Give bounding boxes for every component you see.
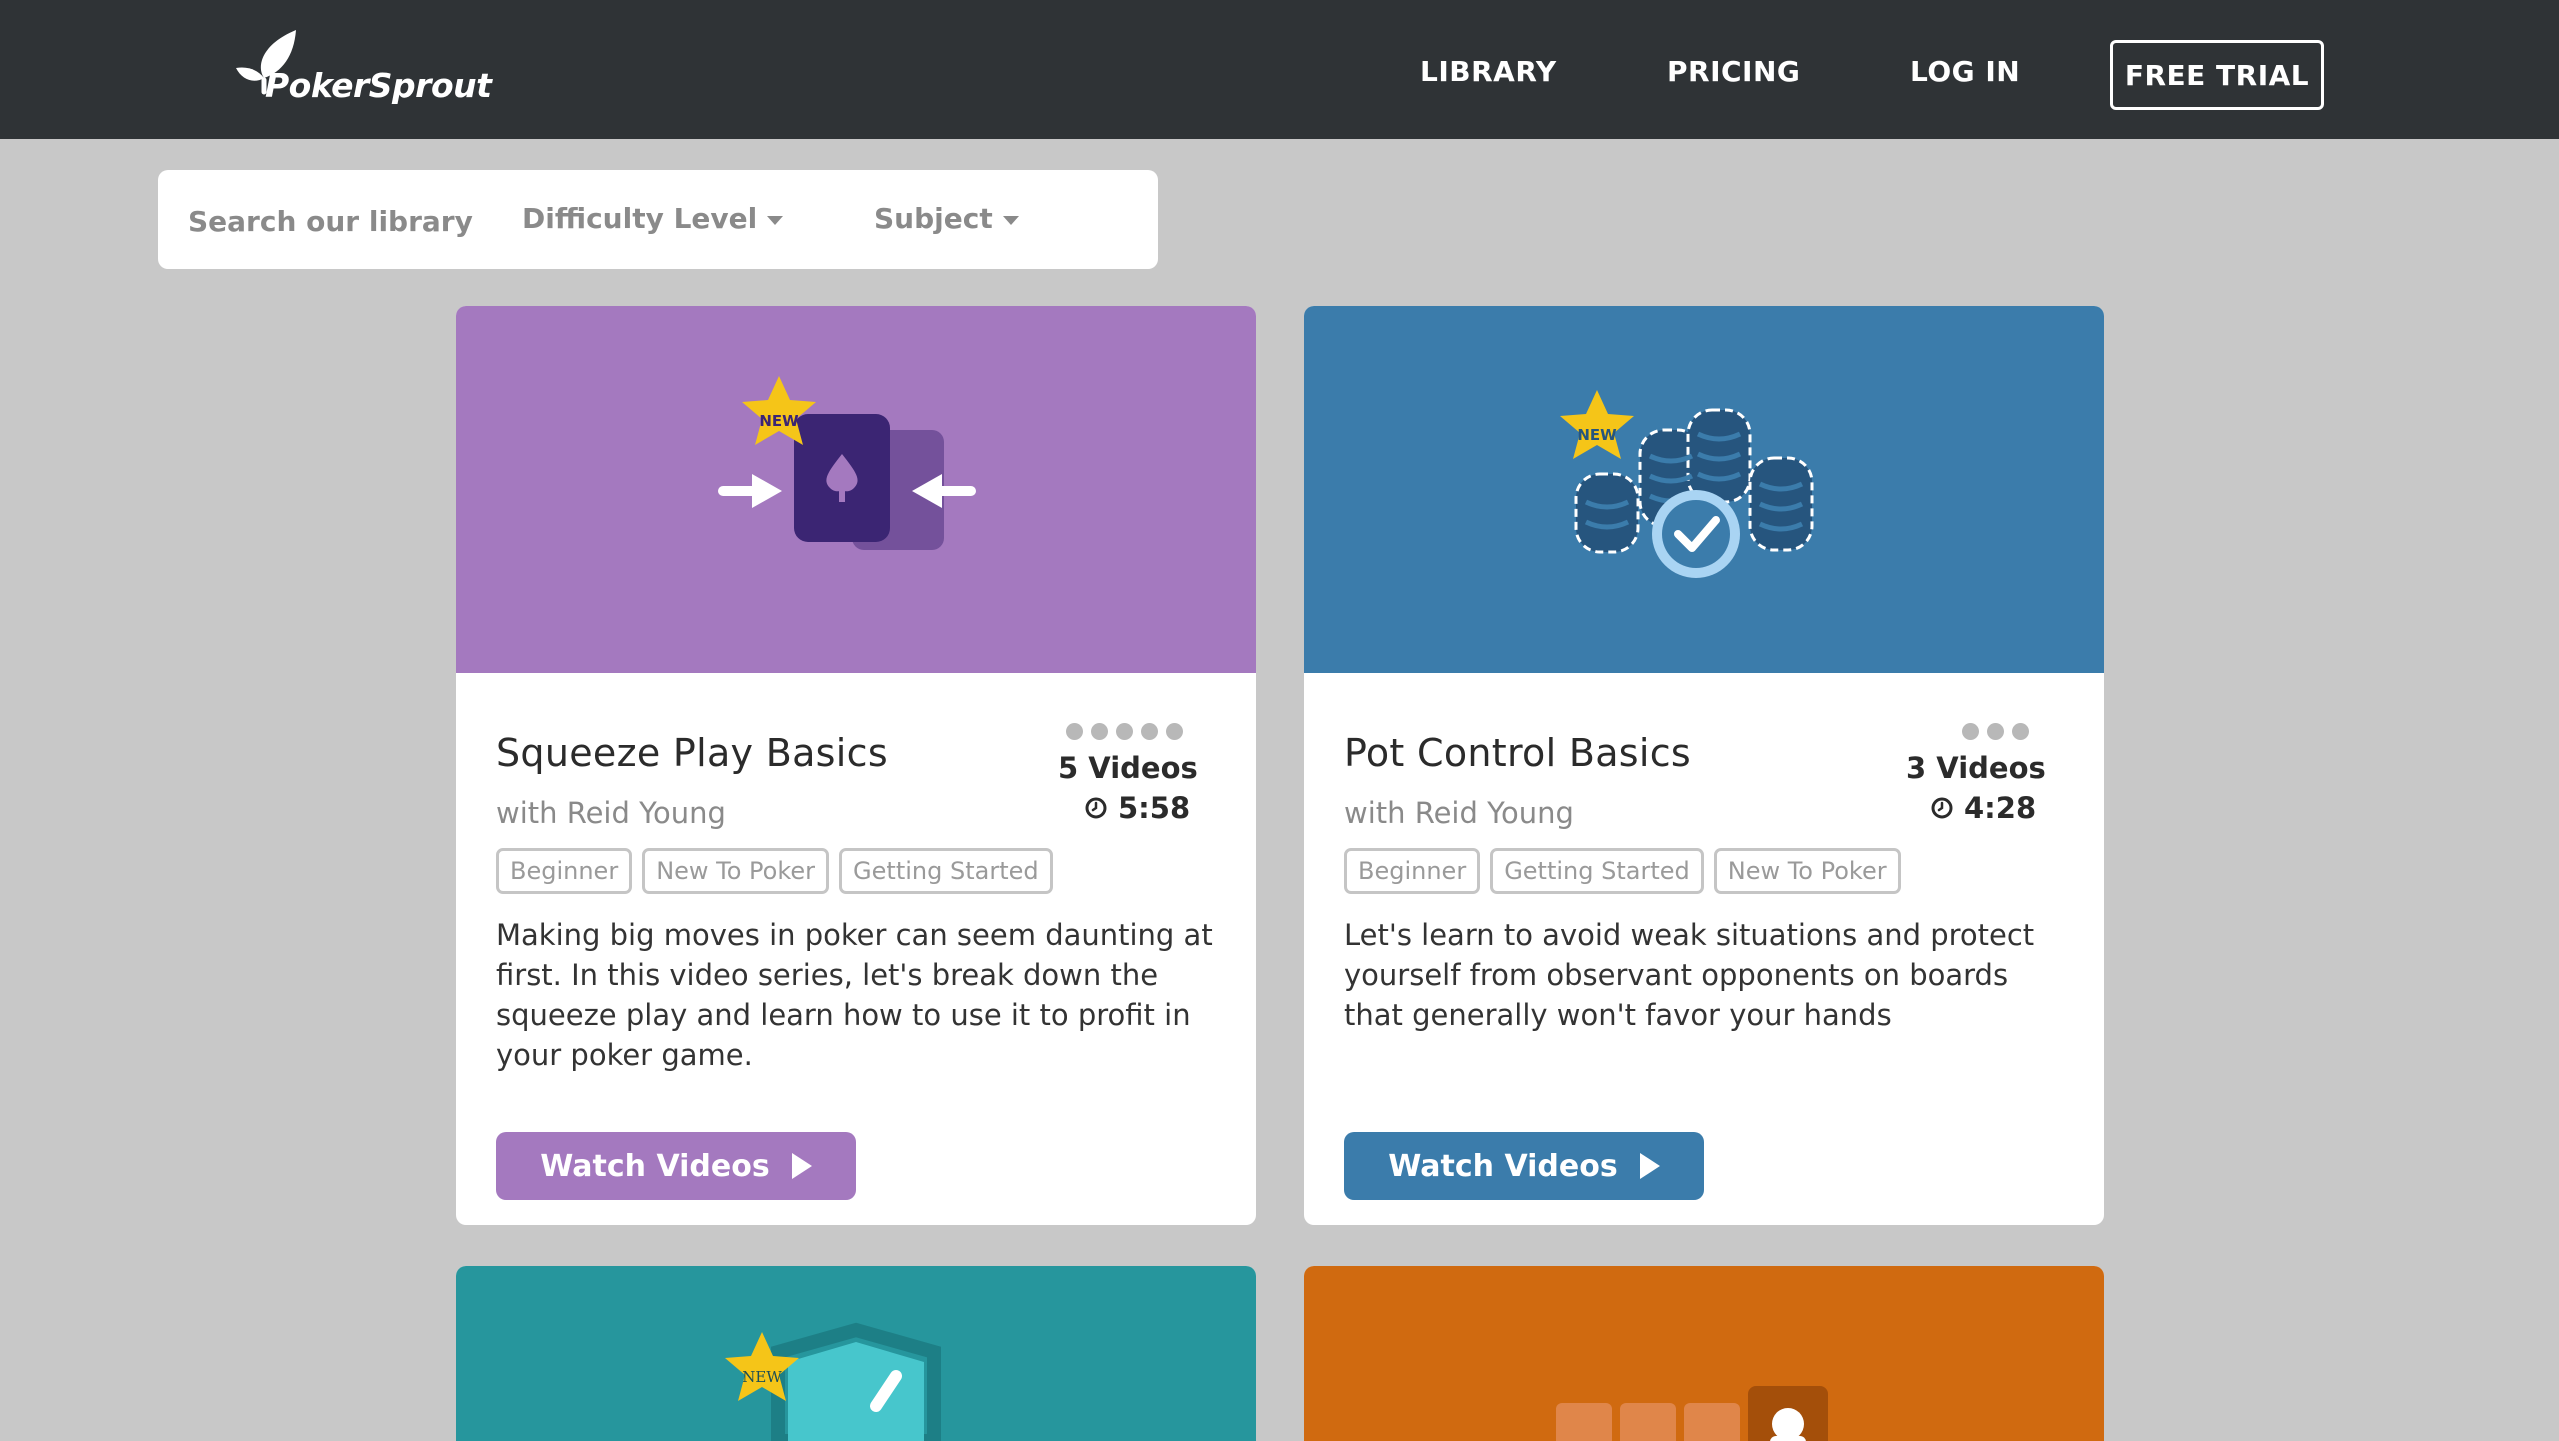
course-card: NEW: [456, 1266, 1256, 1441]
course-card-body: Squeeze Play Basics with Reid Young 5 Vi…: [456, 673, 1256, 1225]
nav-pricing-link[interactable]: PRICING: [1667, 55, 1800, 88]
course-title[interactable]: Squeeze Play Basics: [496, 731, 888, 775]
difficulty-level-label: Difficulty Level: [522, 202, 758, 235]
video-count: 3 Videos: [1906, 751, 2046, 785]
video-dot: [1116, 723, 1133, 740]
tag-getting-started[interactable]: Getting Started: [1490, 848, 1704, 894]
course-card-body: Pot Control Basics with Reid Young 3 Vid…: [1304, 673, 2104, 1225]
video-count: 5 Videos: [1058, 751, 1198, 785]
watch-videos-button[interactable]: Watch Videos: [1344, 1132, 1704, 1200]
nav-login-link[interactable]: LOG IN: [1910, 55, 2020, 88]
video-dot: [1091, 723, 1108, 740]
course-card: NEW Pot Control Basics with Reid Young 3…: [1304, 306, 2104, 1225]
new-badge: NEW: [742, 1368, 782, 1386]
tag-new-to-poker[interactable]: New To Poker: [1713, 848, 1901, 894]
video-dot: [1962, 723, 1979, 740]
course-card: [1304, 1266, 2104, 1441]
tag-beginner[interactable]: Beginner: [1344, 848, 1481, 894]
video-dot: [2012, 723, 2029, 740]
play-icon: [1639, 1153, 1660, 1179]
course-banner[interactable]: NEW: [1304, 306, 2104, 673]
video-dot: [1987, 723, 2004, 740]
shield-icon: NEW: [725, 1322, 941, 1441]
squeeze-card-icon: NEW: [718, 376, 976, 550]
duration-value: 5:58: [1118, 791, 1191, 825]
difficulty-level-dropdown[interactable]: Difficulty Level: [522, 202, 784, 235]
course-author: with Reid Young: [1344, 796, 1574, 830]
course-description: Let's learn to avoid weak situations and…: [1344, 918, 2035, 1032]
video-dots-indicator: [1066, 723, 1183, 740]
course-duration: 4:28: [1930, 791, 2036, 825]
tag-new-to-poker[interactable]: New To Poker: [642, 848, 830, 894]
course-card: NEW Squeeze Play Basics with Reid Young …: [456, 306, 1256, 1225]
course-tags: Beginner Getting Started New To Poker: [1344, 848, 1901, 894]
video-dots-indicator: [1962, 723, 2029, 740]
video-dot: [1166, 723, 1183, 740]
player-seats-icon: [1556, 1386, 1828, 1441]
watch-videos-button[interactable]: Watch Videos: [496, 1132, 856, 1200]
course-title[interactable]: Pot Control Basics: [1344, 731, 1691, 775]
clock-icon: [1931, 797, 1953, 819]
course-banner[interactable]: [1304, 1266, 2104, 1441]
video-dot: [1066, 723, 1083, 740]
logo-wordmark[interactable]: PokerSprout: [265, 66, 492, 105]
caret-down-icon: [767, 215, 784, 225]
clock-icon: [1085, 797, 1107, 819]
subject-label: Subject: [874, 202, 993, 235]
chip-stacks-icon: NEW: [1560, 390, 1814, 578]
tag-beginner[interactable]: Beginner: [496, 848, 633, 894]
free-trial-button[interactable]: FREE TRIAL: [2110, 40, 2324, 110]
course-banner[interactable]: NEW: [456, 306, 1256, 673]
subject-dropdown[interactable]: Subject: [874, 202, 1019, 235]
top-navbar: PokerSprout LIBRARY PRICING LOG IN FREE …: [0, 0, 2559, 139]
course-tags: Beginner New To Poker Getting Started: [496, 848, 1053, 894]
course-banner[interactable]: NEW: [456, 1266, 1256, 1441]
course-author: with Reid Young: [496, 796, 726, 830]
course-description: Making big moves in poker can seem daunt…: [496, 918, 1213, 1072]
duration-value: 4:28: [1964, 791, 2037, 825]
watch-videos-label: Watch Videos: [540, 1148, 770, 1184]
play-icon: [791, 1153, 812, 1179]
search-input[interactable]: [186, 198, 490, 244]
course-duration: 5:58: [1084, 791, 1190, 825]
new-badge: NEW: [1577, 426, 1617, 444]
new-badge: NEW: [759, 412, 799, 430]
watch-videos-label: Watch Videos: [1388, 1148, 1618, 1184]
tag-getting-started[interactable]: Getting Started: [839, 848, 1053, 894]
video-dot: [1141, 723, 1158, 740]
nav-library-link[interactable]: LIBRARY: [1420, 55, 1557, 88]
library-search-bar: Difficulty Level Subject: [158, 170, 1158, 269]
caret-down-icon: [1002, 215, 1019, 225]
